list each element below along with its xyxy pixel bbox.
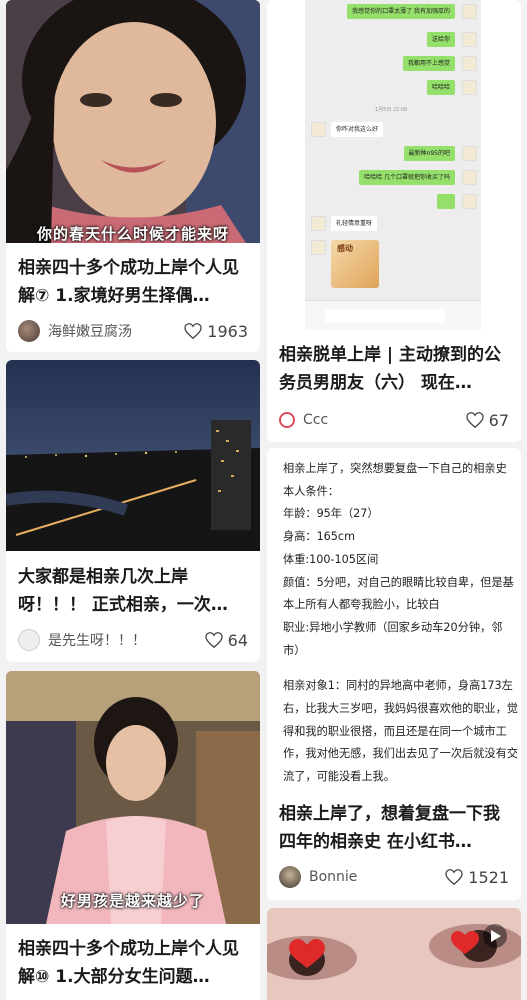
- chat-bubble-8: 礼轻情意重呀: [331, 216, 378, 231]
- doc-match-1: 相亲对象1：同村的异地高中老师，身高173左右，比我大三岁吧，我妈妈很喜欢他的职…: [283, 679, 518, 784]
- card-2-author-avatar[interactable]: [18, 629, 40, 651]
- chat-avatar-self: [462, 4, 477, 19]
- card-2-meta: 是先生呀！！！ 64: [18, 627, 248, 653]
- card-2-cover-image[interactable]: [6, 360, 260, 551]
- card-5-meta: Bonnie 1521: [279, 864, 509, 890]
- woman-in-pink-illustration: [6, 671, 260, 924]
- chat-bubble-emoji: [437, 194, 455, 209]
- chat-avatar-self: [462, 146, 477, 161]
- card-1-like-button[interactable]: 1963: [184, 322, 248, 341]
- card-4-like-count: 67: [488, 410, 509, 430]
- chat-avatar-self: [462, 170, 477, 185]
- card-3-caption: 好男孩是越来越少了: [60, 892, 205, 910]
- chat-avatar-self: [462, 194, 477, 209]
- woman-portrait-illustration: [6, 0, 260, 243]
- card-5-like-count: 1521: [468, 867, 509, 887]
- chat-avatar-self: [462, 32, 477, 47]
- feed-card-3[interactable]: 好男孩是越来越少了 相亲四十多个成功上岸个人见解⑩ 1.大部分女生问题…: [6, 671, 260, 1000]
- chat-input-bar: [305, 300, 481, 330]
- heart-icon: [465, 412, 484, 428]
- chat-avatar-other: [311, 216, 326, 231]
- card-5-like-button[interactable]: 1521: [445, 868, 509, 887]
- card-1-author[interactable]: 海鲜嫩豆腐汤: [48, 321, 184, 341]
- chat-bubble-6: 最新种n95的吧: [403, 146, 455, 161]
- card-5-title[interactable]: 相亲上岸了，想着复盘一下我四年的相亲史 在小红书…: [279, 800, 515, 856]
- card-1-author-avatar[interactable]: [18, 320, 40, 342]
- card-3-title[interactable]: 相亲四十多个成功上岸个人见解⑩ 1.大部分女生问题…: [18, 935, 250, 991]
- chat-screenshot: 我感觉你的口罩太薄了 我有加强厚的 送给你 我都用不上感觉 哈哈哈 1月5日 2…: [305, 0, 481, 330]
- doc-conditions-heading: 本人条件：: [283, 484, 339, 498]
- card-2-like-count: 64: [227, 630, 248, 650]
- heart-icon: [204, 632, 223, 648]
- card-5-author[interactable]: Bonnie: [309, 869, 445, 885]
- doc-weight: 体重:100-105区间: [283, 552, 379, 566]
- card-5-cover-document[interactable]: 相亲上岸了，突然想要复盘一下自己的相亲史 本人条件： 年龄：95年（27） 身高…: [283, 458, 519, 789]
- chat-sticker-cat: 感动: [331, 240, 379, 288]
- card-6-cover-image[interactable]: [267, 908, 521, 1000]
- chat-bubble-1: 我感觉你的口罩太薄了 我有加强厚的: [347, 4, 455, 19]
- card-4-meta: Ccc 67: [279, 407, 509, 433]
- card-1-caption: 你的春天什么时候才能来呀: [36, 225, 229, 243]
- card-4-author-avatar[interactable]: [279, 412, 295, 428]
- chat-bubble-7: 哈哈哈 几个口罩就把你收买了吗: [359, 170, 455, 185]
- chat-bubble-5: 你咋对我这么好: [331, 122, 384, 137]
- card-1-like-count: 1963: [207, 321, 248, 341]
- card-1-meta: 海鲜嫩豆腐汤 1963: [18, 318, 248, 344]
- doc-looks: 颜值：5分吧，对自己的眼睛比较自卑，但是基本上所有人都夸我脸小，比较白: [283, 575, 514, 612]
- feed-card-4[interactable]: 我感觉你的口罩太薄了 我有加强厚的 送给你 我都用不上感觉 哈哈哈 1月5日 2…: [267, 0, 521, 442]
- heart-icon: [445, 869, 463, 885]
- card-4-like-button[interactable]: 67: [465, 410, 509, 430]
- doc-height: 身高：165cm: [283, 530, 355, 544]
- eyes-closeup-illustration: [267, 908, 521, 1000]
- doc-age: 年龄：95年（27）: [283, 507, 379, 521]
- card-2-title[interactable]: 大家都是相亲几次上岸呀！！！ 正式相亲，一次…: [18, 563, 250, 619]
- feed-card-6[interactable]: [267, 908, 521, 1000]
- doc-spacer: [283, 662, 519, 675]
- card-4-cover-image[interactable]: 我感觉你的口罩太薄了 我有加强厚的 送给你 我都用不上感觉 哈哈哈 1月5日 2…: [267, 0, 521, 332]
- chat-avatar-self: [462, 56, 477, 71]
- card-4-title[interactable]: 相亲脱单上岸 | 主动撩到的公务员男朋友（六） 现在…: [279, 341, 511, 397]
- feed-card-1[interactable]: 你的春天什么时候才能来呀 相亲四十多个成功上岸个人见解⑦ 1.家境好男生择偶… …: [6, 0, 260, 352]
- chat-avatar-other: [311, 122, 326, 137]
- chat-avatar-other: [311, 240, 326, 255]
- city-night-skyline-illustration: [6, 360, 260, 551]
- chat-timestamp: 1月5日 22:08: [375, 107, 408, 113]
- card-1-cover-image[interactable]: 你的春天什么时候才能来呀: [6, 0, 260, 243]
- card-2-author[interactable]: 是先生呀！！！: [48, 630, 205, 650]
- chat-avatar-self: [462, 80, 477, 95]
- doc-intro: 相亲上岸了，突然想要复盘一下自己的相亲史: [283, 462, 507, 475]
- chat-bubble-2: 送给你: [426, 32, 455, 47]
- feed-card-2[interactable]: 大家都是相亲几次上岸呀！！！ 正式相亲，一次… 是先生呀！！！ 64: [6, 360, 260, 662]
- card-3-cover-image[interactable]: 好男孩是越来越少了: [6, 671, 260, 924]
- card-1-title[interactable]: 相亲四十多个成功上岸个人见解⑦ 1.家境好男生择偶…: [18, 254, 250, 310]
- doc-job: 职业:异地小学教师（回家乡动车20分钟，邻市）: [283, 620, 503, 657]
- card-4-author[interactable]: Ccc: [303, 412, 466, 428]
- chat-input-field: [325, 309, 445, 323]
- card-2-like-button[interactable]: 64: [204, 630, 248, 650]
- card-5-author-avatar[interactable]: [279, 866, 301, 888]
- chat-bubble-4: 哈哈哈: [426, 80, 455, 95]
- heart-icon: [184, 323, 202, 339]
- chat-sticker-text: 感动: [337, 244, 353, 253]
- chat-bubble-3: 我都用不上感觉: [402, 56, 455, 71]
